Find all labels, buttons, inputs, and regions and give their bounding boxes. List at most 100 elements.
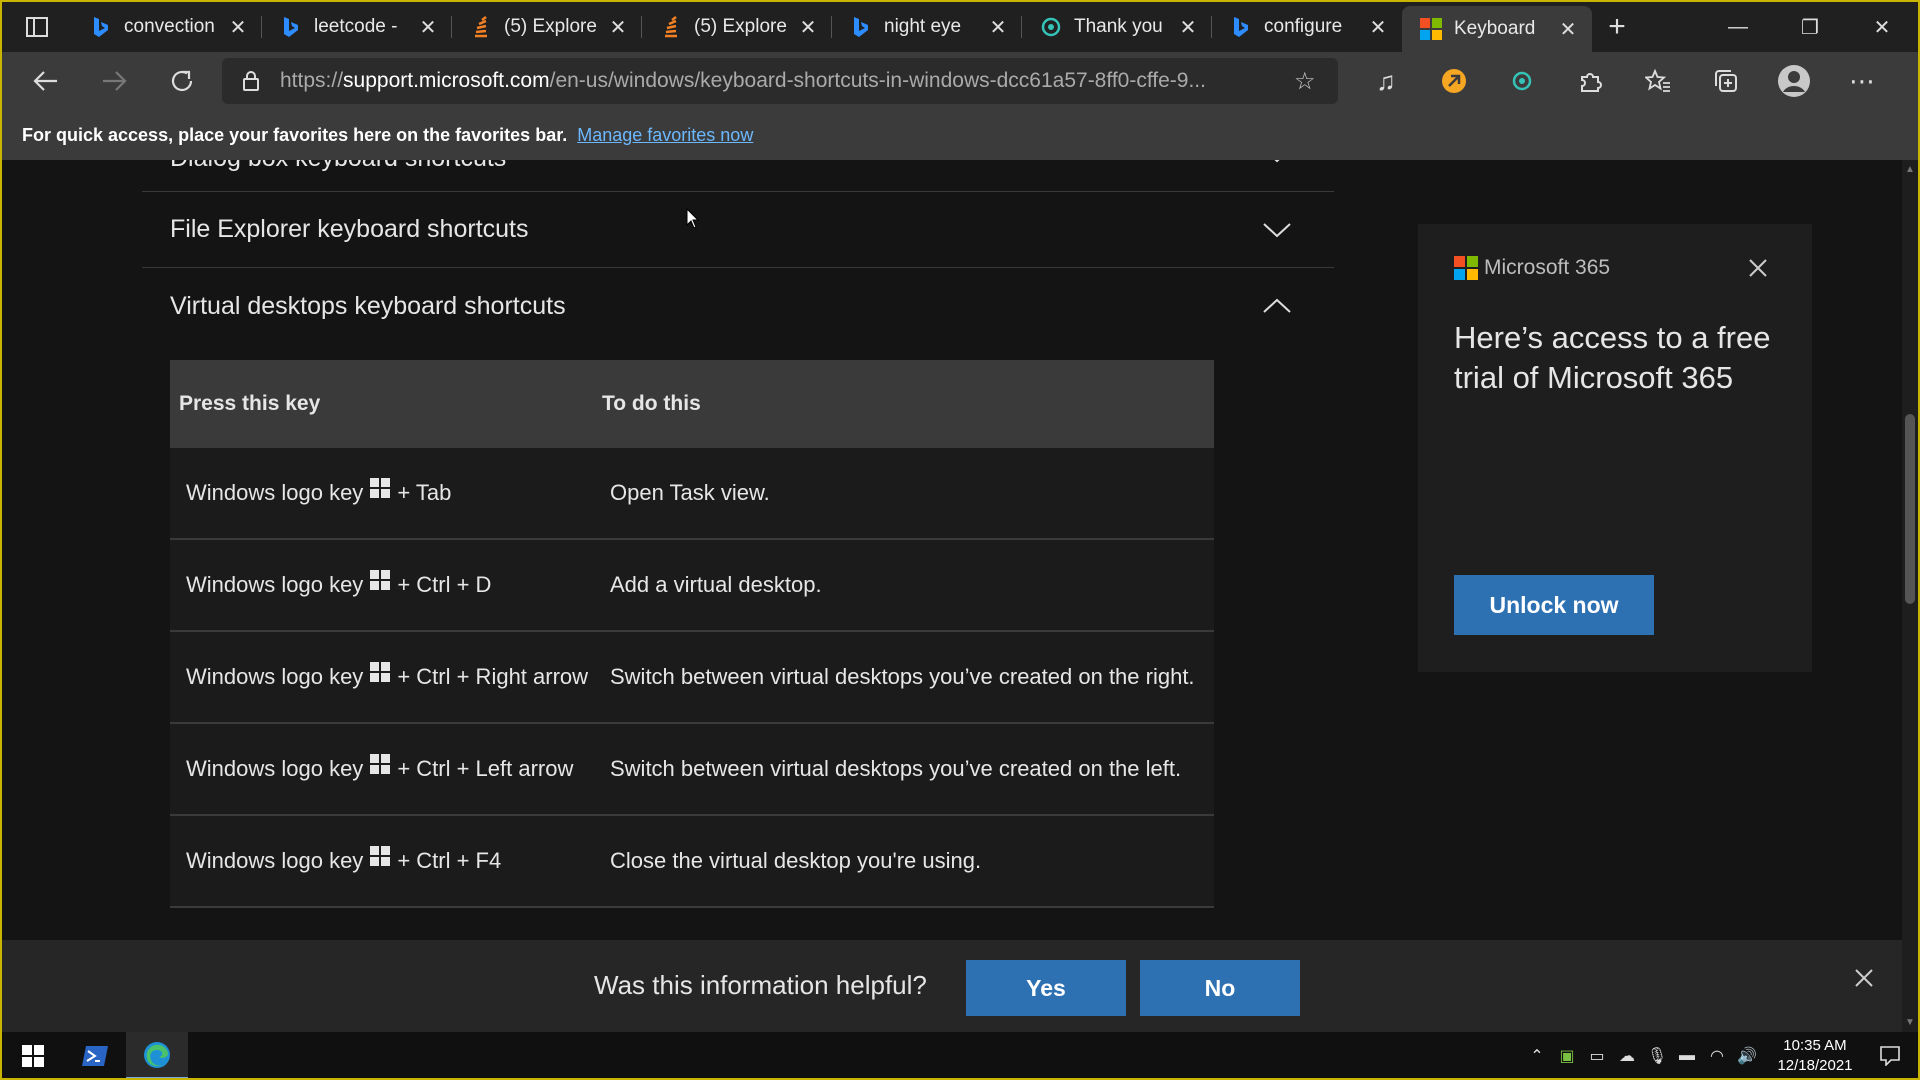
tab-close-icon[interactable]: ✕	[988, 15, 1008, 40]
browser-tab[interactable]: configure ✕	[1212, 2, 1402, 52]
favorites-bar: For quick access, place your favorites h…	[2, 110, 1918, 160]
table-row: Windows logo key + Tab Open Task view.	[170, 448, 1214, 540]
key-prefix: Windows logo key	[186, 848, 364, 873]
browser-tab[interactable]: leetcode - ✕	[262, 2, 452, 52]
scroll-up-icon[interactable]: ▲	[1904, 164, 1916, 175]
browser-tab[interactable]: Thank you ✕	[1022, 2, 1212, 52]
extensions-puzzle-icon[interactable]	[1556, 52, 1624, 110]
key-suffix: + Ctrl + Right arrow	[397, 664, 589, 689]
tab-close-icon[interactable]: ✕	[1368, 15, 1388, 40]
key-suffix: + Ctrl + F4	[397, 848, 502, 873]
action-cell: Switch between virtual desktops you’ve c…	[610, 756, 1182, 781]
tab-close-icon[interactable]: ✕	[228, 15, 248, 40]
page-scrollbar[interactable]: ▲ ▼	[1902, 160, 1918, 1032]
browser-tab[interactable]: convection ✕	[72, 2, 262, 52]
url-scheme: https://	[280, 69, 344, 92]
navigation-bar: https://support.microsoft.com/en-us/wind…	[2, 52, 1918, 110]
browser-tab[interactable]: (5) Explore ✕	[642, 2, 832, 52]
tab-close-icon[interactable]: ✕	[798, 15, 818, 40]
scroll-down-icon[interactable]: ▼	[1904, 1017, 1916, 1028]
accordion-title: File Explorer keyboard shortcuts	[170, 215, 529, 243]
key-prefix: Windows logo key	[186, 572, 364, 597]
action-cell: Open Task view.	[610, 480, 770, 505]
key-cell: Windows logo key + Ctrl + Right arrow	[170, 662, 602, 690]
circle-icon	[1040, 16, 1062, 38]
microsoft-icon	[1420, 18, 1442, 40]
tab-close-icon[interactable]: ✕	[1558, 17, 1578, 42]
window-controls: — ❐ ✕	[1702, 2, 1918, 52]
tab-label: Keyboard	[1454, 18, 1536, 39]
tab-label: night eye	[884, 16, 962, 37]
minimize-button[interactable]: —	[1702, 2, 1774, 52]
taskbar-clock[interactable]: 10:35 AM 12/18/2021	[1768, 1036, 1862, 1076]
column-header-key: Press this key	[179, 392, 321, 415]
meet-now-icon[interactable]: ▭	[1582, 1046, 1612, 1066]
tab-label: convection	[124, 16, 215, 37]
tab-close-icon[interactable]: ✕	[1178, 15, 1198, 40]
volume-icon[interactable]: 🔊	[1732, 1046, 1762, 1066]
close-window-button[interactable]: ✕	[1846, 2, 1918, 52]
tab-close-icon[interactable]: ✕	[418, 15, 438, 40]
new-tab-button[interactable]: +	[1592, 2, 1642, 52]
tab-label: leetcode -	[314, 16, 398, 37]
extension-teal-icon[interactable]	[1488, 52, 1556, 110]
onedrive-cloud-icon[interactable]: ☁	[1612, 1046, 1642, 1066]
stack-exchange-icon	[660, 16, 682, 38]
music-extension-icon[interactable]: ♫	[1352, 52, 1420, 110]
taskbar-edge[interactable]	[126, 1032, 188, 1078]
back-button[interactable]	[12, 52, 80, 110]
chevron-up-tray-icon[interactable]: ⌃	[1522, 1046, 1552, 1066]
promo-brand-label: Microsoft 365	[1484, 256, 1611, 279]
tab-label: (5) Explore	[694, 16, 787, 37]
powershell-icon	[82, 1046, 108, 1066]
accordion-title: Dialog box keyboard shortcuts	[170, 160, 506, 173]
tray-app-green-icon[interactable]: ▣	[1552, 1046, 1582, 1066]
more-menu-icon[interactable]: ⋯	[1828, 52, 1896, 110]
feedback-close-icon[interactable]	[1854, 968, 1876, 990]
accordion-dialog-box[interactable]: Dialog box keyboard shortcuts	[142, 160, 1334, 192]
tab-close-icon[interactable]: ✕	[608, 15, 628, 40]
browser-tab[interactable]: (5) Explore ✕	[452, 2, 642, 52]
feedback-no-button[interactable]: No	[1140, 960, 1300, 1016]
key-prefix: Windows logo key	[186, 664, 364, 689]
url-host: support.microsoft.com	[343, 69, 550, 92]
collections-icon[interactable]	[1692, 52, 1760, 110]
battery-icon[interactable]: ▬	[1672, 1047, 1702, 1065]
refresh-button[interactable]	[148, 52, 216, 110]
feedback-yes-button[interactable]: Yes	[966, 960, 1126, 1016]
unlock-now-button[interactable]: Unlock now	[1454, 575, 1654, 635]
bing-icon	[850, 16, 872, 38]
windows-logo-icon	[370, 754, 391, 774]
notifications-icon[interactable]	[1862, 1046, 1918, 1066]
wifi-icon[interactable]: ◠	[1702, 1046, 1732, 1066]
microphone-icon[interactable]: 🎙	[1642, 1046, 1672, 1066]
microsoft-logo-icon	[1454, 256, 1478, 280]
clock-time: 10:35 AM	[1783, 1037, 1847, 1054]
tab-actions-button[interactable]	[2, 2, 72, 52]
start-button[interactable]	[2, 1032, 64, 1078]
manage-favorites-link[interactable]: Manage favorites now	[577, 125, 753, 146]
browser-tab-active[interactable]: Keyboard ✕	[1402, 6, 1592, 52]
windows-logo-icon	[370, 570, 391, 590]
accordion-virtual-desktops[interactable]: Virtual desktops keyboard shortcuts	[142, 268, 1334, 344]
stack-exchange-icon	[470, 16, 492, 38]
feedback-bar: Was this information helpful? Yes No	[2, 940, 1902, 1032]
screen: convection ✕ leetcode - ✕ (5) Explore ✕ …	[0, 0, 1920, 1080]
extension-orange-icon[interactable]	[1420, 52, 1488, 110]
mouse-cursor-icon	[686, 208, 700, 229]
forward-button[interactable]	[80, 52, 148, 110]
promo-close-icon[interactable]	[1748, 258, 1772, 282]
edge-browser-icon	[144, 1041, 170, 1068]
lock-icon[interactable]	[236, 70, 266, 92]
chevron-up-icon	[1260, 289, 1294, 323]
browser-tab[interactable]: night eye ✕	[832, 2, 1022, 52]
favorites-icon[interactable]	[1624, 52, 1692, 110]
profile-avatar-icon[interactable]	[1760, 52, 1828, 110]
add-favorite-icon[interactable]: ☆	[1294, 67, 1324, 96]
address-bar[interactable]: https://support.microsoft.com/en-us/wind…	[222, 58, 1338, 104]
taskbar-powershell[interactable]	[64, 1032, 126, 1078]
scrollbar-thumb[interactable]	[1905, 414, 1915, 604]
accordion-file-explorer[interactable]: File Explorer keyboard shortcuts	[142, 192, 1334, 268]
restore-button[interactable]: ❐	[1774, 2, 1846, 52]
windows-logo-icon	[370, 846, 391, 866]
